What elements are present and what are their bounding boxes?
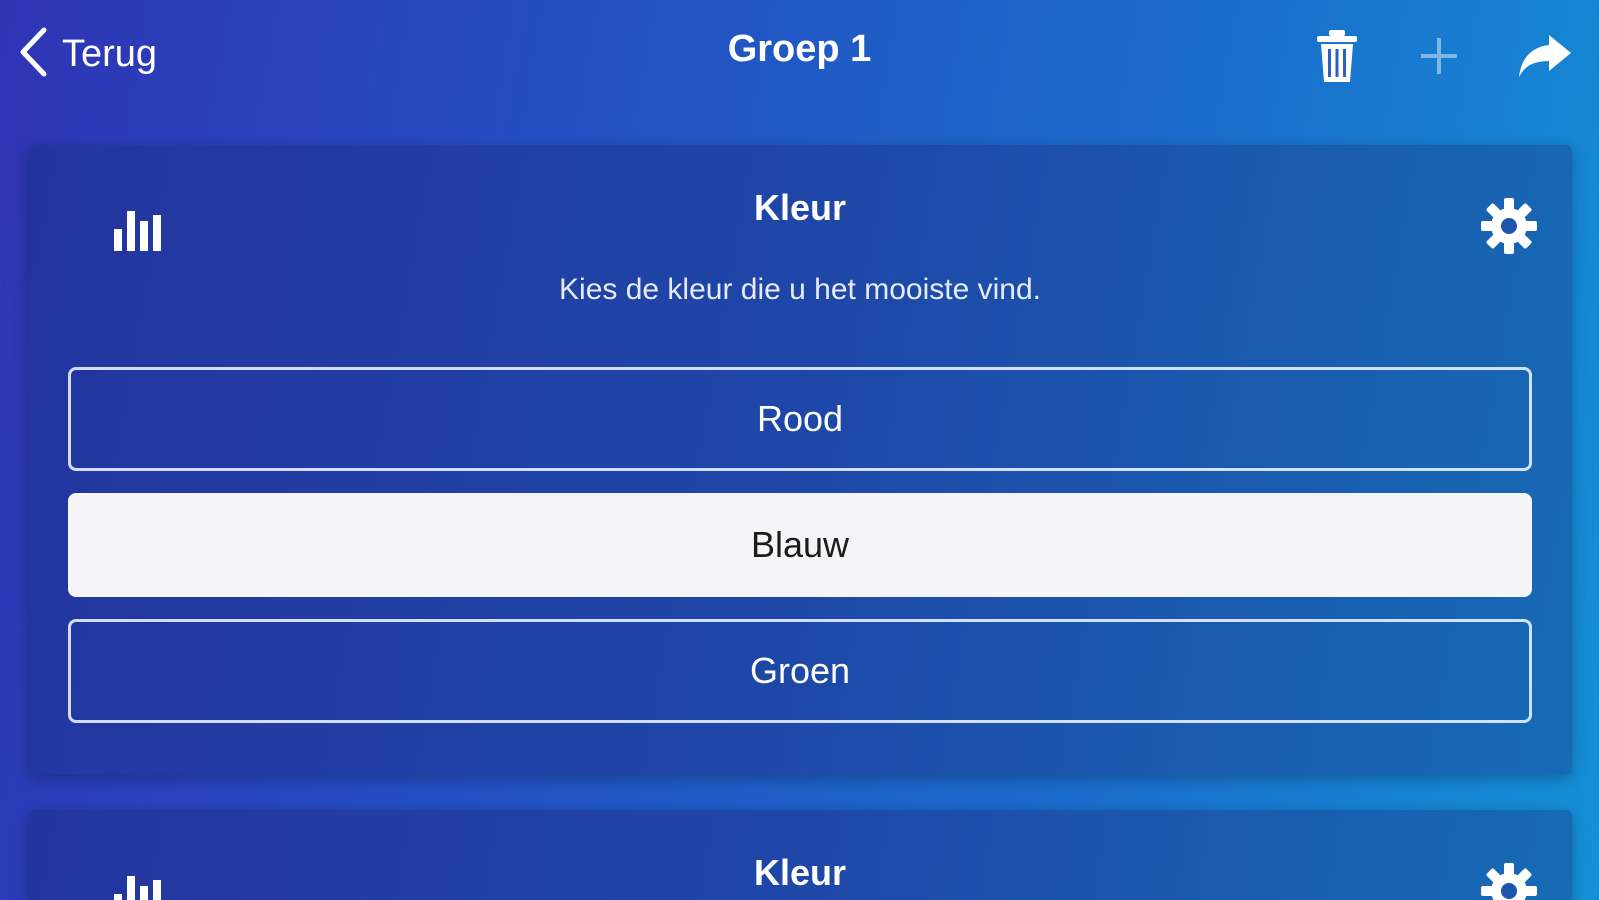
question-card: Kleur Kies de kleur die u het mooiste vi… [28,145,1572,775]
question-card-2: Kleur [28,810,1572,900]
trash-icon[interactable] [1307,26,1367,86]
option-groen[interactable]: Groen [68,619,1532,723]
question-description: Kies de kleur die u het mooiste vind. [559,273,1041,306]
answer-options: Rood Blauw Groen [68,367,1532,745]
gear-icon[interactable] [1480,197,1538,255]
option-rood[interactable]: Rood [68,367,1532,471]
question-title: Kleur [753,187,847,228]
navigation-bar: Terug Groep 1 [0,0,1599,110]
share-icon[interactable] [1515,26,1575,86]
question-title: Kleur [753,852,847,893]
plus-icon[interactable] [1409,26,1469,86]
option-blauw[interactable]: Blauw [68,493,1532,597]
gear-icon[interactable] [1480,862,1538,900]
